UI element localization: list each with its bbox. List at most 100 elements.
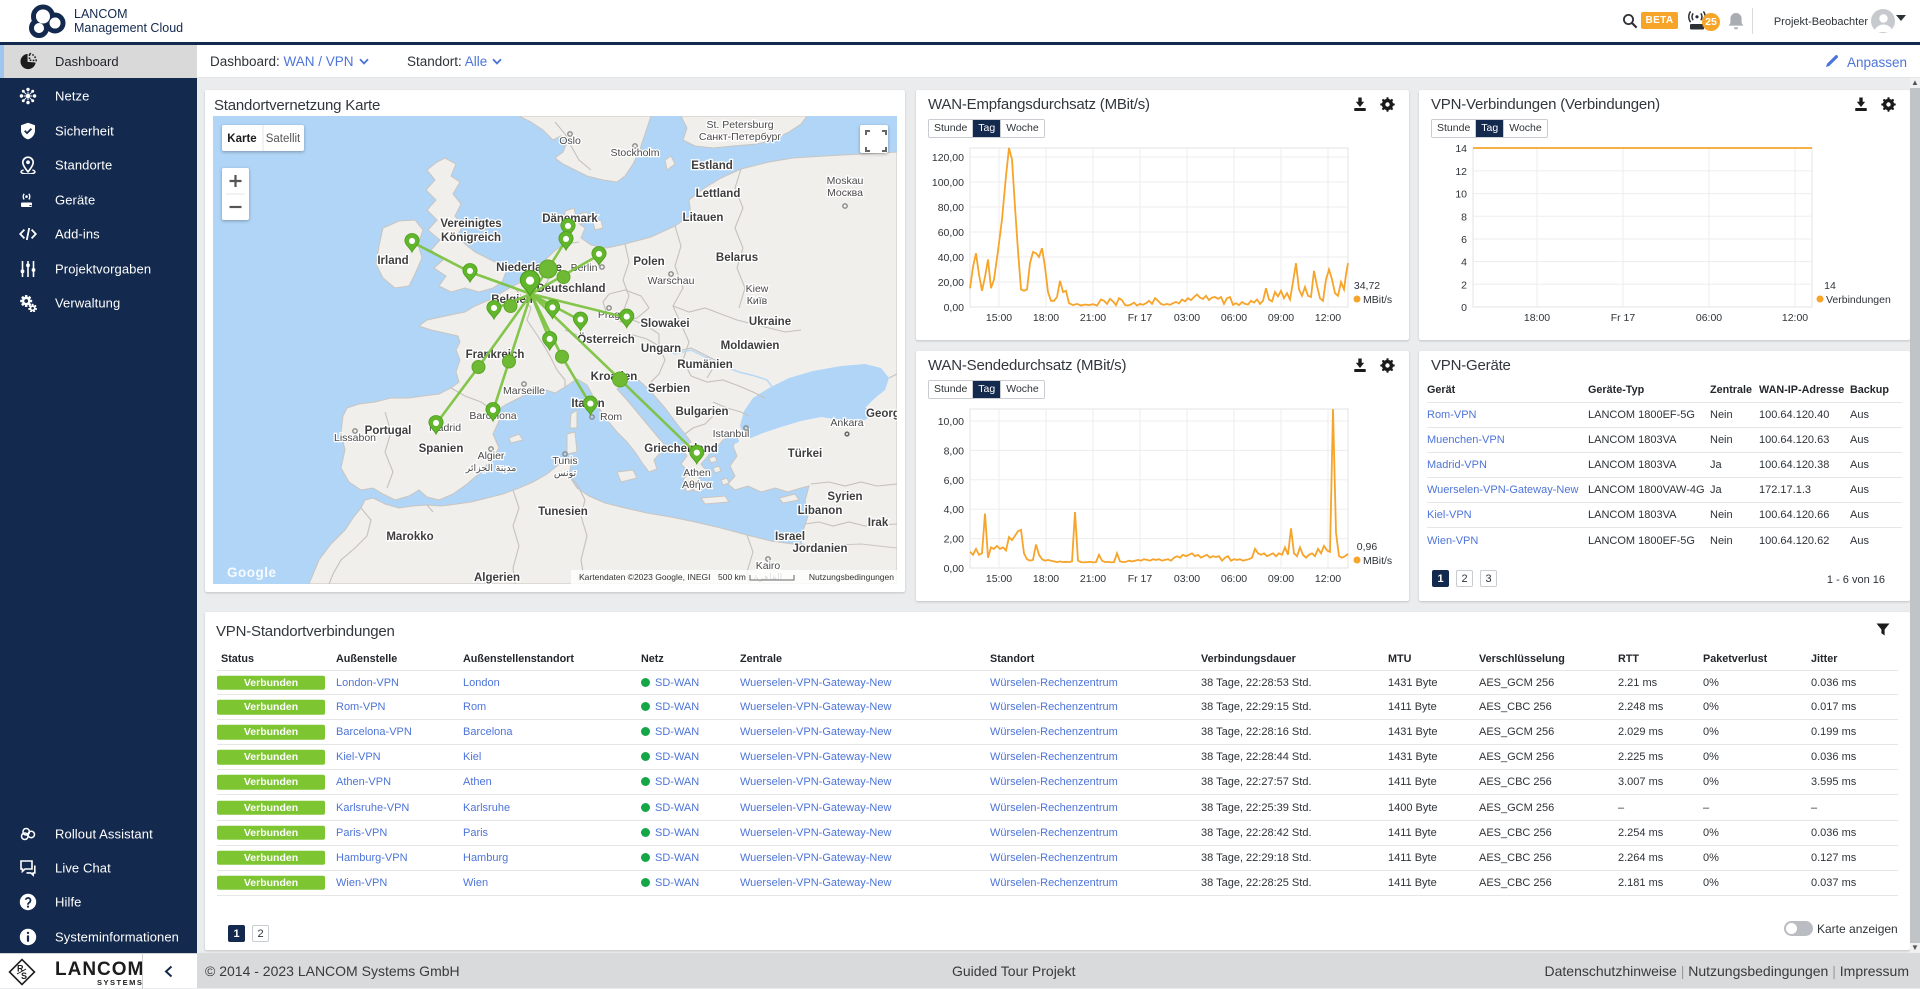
svg-text:Algerien: Algerien (474, 572, 520, 584)
svg-text:09:00: 09:00 (1268, 573, 1294, 585)
svg-text:Spanien: Spanien (419, 443, 464, 455)
svg-text:03:00: 03:00 (1174, 312, 1200, 324)
svg-text:Stockholm: Stockholm (610, 147, 659, 159)
svg-text:تونس: تونس (554, 468, 577, 479)
svg-text:4,00: 4,00 (944, 504, 965, 516)
svg-text:18:00: 18:00 (1033, 312, 1059, 324)
svg-text:Österreich: Österreich (577, 333, 635, 346)
svg-text:مدينة الجزائر: مدينة الجزائر (465, 463, 517, 474)
svg-text:Moskau: Moskau (827, 175, 864, 187)
svg-text:Київ: Київ (747, 295, 768, 307)
svg-text:Nutzungsbedingungen: Nutzungsbedingungen (809, 572, 894, 582)
svg-text:Irak: Irak (868, 517, 889, 529)
svg-text:2,00: 2,00 (944, 534, 965, 546)
svg-text:Marokko: Marokko (386, 531, 433, 543)
svg-text:120,00: 120,00 (932, 152, 964, 164)
svg-text:Serbien: Serbien (648, 383, 690, 395)
svg-text:2: 2 (1461, 279, 1467, 291)
svg-text:12:00: 12:00 (1315, 573, 1341, 585)
svg-text:Санкт-Петербург: Санкт-Петербург (699, 131, 782, 143)
svg-text:15:00: 15:00 (986, 573, 1012, 585)
svg-text:Slowakei: Slowakei (640, 318, 689, 330)
svg-text:20,00: 20,00 (938, 277, 964, 289)
svg-text:06:00: 06:00 (1221, 573, 1247, 585)
svg-text:Αθήνα: Αθήνα (682, 479, 712, 491)
svg-text:34,72: 34,72 (1354, 280, 1380, 292)
svg-text:10,00: 10,00 (938, 416, 964, 428)
svg-text:Litauen: Litauen (683, 212, 724, 224)
svg-text:MBit/s: MBit/s (1363, 555, 1392, 567)
svg-text:Oslo: Oslo (559, 135, 581, 147)
svg-text:0: 0 (1461, 302, 1467, 314)
svg-text:8,00: 8,00 (944, 445, 965, 457)
svg-text:Polen: Polen (633, 256, 664, 268)
svg-text:4: 4 (1461, 257, 1467, 269)
svg-text:12: 12 (1455, 166, 1467, 178)
svg-text:6,00: 6,00 (944, 475, 965, 487)
svg-text:21:00: 21:00 (1080, 312, 1106, 324)
svg-text:Fr 17: Fr 17 (1611, 312, 1636, 324)
svg-text:14: 14 (1455, 143, 1467, 155)
svg-text:100,00: 100,00 (932, 177, 964, 189)
svg-text:0,00: 0,00 (944, 302, 965, 314)
svg-text:40,00: 40,00 (938, 252, 964, 264)
svg-text:Karte: Karte (227, 133, 256, 145)
svg-text:Marseille: Marseille (503, 385, 545, 397)
svg-text:06:00: 06:00 (1696, 312, 1722, 324)
svg-text:Ukraine: Ukraine (749, 316, 791, 328)
svg-text:60,00: 60,00 (938, 227, 964, 239)
svg-text:Warschau: Warschau (648, 275, 695, 287)
svg-text:Google: Google (227, 565, 277, 580)
svg-text:Israel: Israel (775, 531, 805, 543)
svg-text:Verbindungen: Verbindungen (1826, 294, 1891, 306)
svg-text:Königreich: Königreich (441, 232, 501, 244)
svg-text:Jordanien: Jordanien (793, 543, 848, 555)
svg-text:S: S (21, 971, 27, 981)
svg-text:14: 14 (1824, 280, 1836, 292)
svg-text:09:00: 09:00 (1268, 312, 1294, 324)
svg-text:12:00: 12:00 (1782, 312, 1808, 324)
svg-text:Türkei: Türkei (788, 448, 823, 460)
svg-text:Fr 17: Fr 17 (1128, 573, 1153, 585)
svg-text:0,00: 0,00 (944, 563, 965, 575)
svg-text:Kartendaten ©2023 Google, INEG: Kartendaten ©2023 Google, INEGI (579, 572, 710, 582)
svg-text:Satellit: Satellit (266, 133, 301, 145)
svg-text:21:00: 21:00 (1080, 573, 1106, 585)
svg-text:St. Petersburg: St. Petersburg (706, 119, 773, 131)
svg-text:Griechenland: Griechenland (644, 443, 718, 455)
svg-text:06:00: 06:00 (1221, 312, 1247, 324)
svg-text:MBit/s: MBit/s (1363, 294, 1392, 306)
svg-text:Rumänien: Rumänien (677, 359, 733, 371)
svg-text:18:00: 18:00 (1524, 312, 1550, 324)
svg-text:Москва: Москва (827, 187, 863, 199)
svg-text:Belarus: Belarus (716, 252, 758, 264)
svg-text:Fr 17: Fr 17 (1128, 312, 1153, 324)
svg-text:Moldawien: Moldawien (721, 340, 780, 352)
svg-text:Lissabon: Lissabon (334, 432, 376, 444)
svg-text:Ankara: Ankara (830, 417, 863, 429)
svg-text:Algier: Algier (478, 450, 505, 462)
svg-text:03:00: 03:00 (1174, 573, 1200, 585)
svg-text:Libanon: Libanon (798, 505, 843, 517)
svg-text:0,96: 0,96 (1357, 541, 1378, 553)
svg-text:10: 10 (1455, 189, 1467, 201)
svg-text:Syrien: Syrien (827, 491, 862, 503)
svg-text:Lettland: Lettland (696, 188, 741, 200)
svg-text:12:00: 12:00 (1315, 312, 1341, 324)
svg-text:Tunis: Tunis (552, 455, 577, 467)
svg-text:Estland: Estland (691, 160, 733, 172)
svg-text:6: 6 (1461, 234, 1467, 246)
svg-text:Vereinigtes: Vereinigtes (440, 218, 501, 230)
svg-text:Kiew: Kiew (746, 283, 769, 295)
svg-text:Athen: Athen (683, 467, 711, 479)
svg-text:15:00: 15:00 (986, 312, 1012, 324)
svg-text:Ungarn: Ungarn (641, 343, 681, 355)
svg-text:Tunesien: Tunesien (538, 506, 588, 518)
svg-text:80,00: 80,00 (938, 202, 964, 214)
svg-text:Irland: Irland (377, 255, 408, 267)
svg-text:Bulgarien: Bulgarien (675, 406, 728, 418)
svg-text:8: 8 (1461, 211, 1467, 223)
svg-text:Rom: Rom (600, 411, 622, 423)
svg-text:Georgi: Georgi (866, 408, 897, 420)
svg-text:500 km: 500 km (718, 572, 746, 582)
